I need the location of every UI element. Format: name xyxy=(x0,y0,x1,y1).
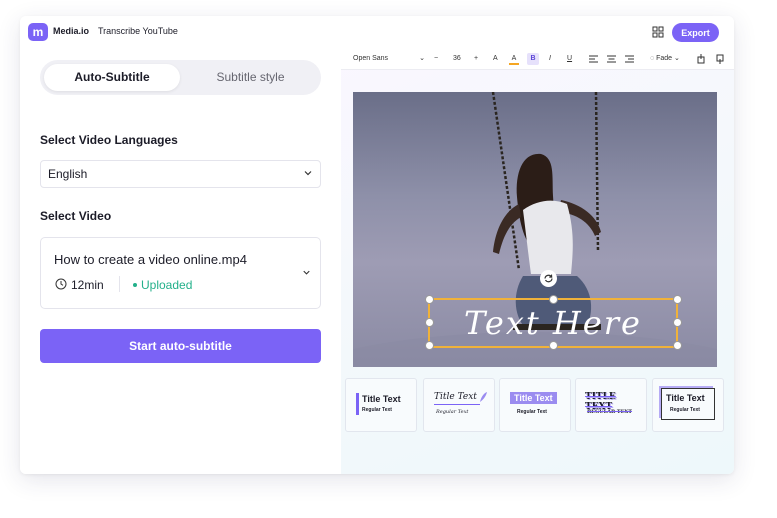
highlight-color-icon[interactable]: A xyxy=(509,53,519,65)
export-button[interactable]: Export xyxy=(672,23,719,42)
tab-subtitle-style[interactable]: Subtitle style xyxy=(184,64,317,91)
preset-title: Title Text xyxy=(434,392,477,402)
chevron-down-icon: ⌄ xyxy=(674,55,680,62)
start-auto-subtitle-button[interactable]: Start auto-subtitle xyxy=(40,329,321,363)
italic-button[interactable]: I xyxy=(549,53,551,65)
layer-down-icon[interactable] xyxy=(715,53,725,65)
resize-handle[interactable] xyxy=(549,341,558,350)
resize-handle[interactable] xyxy=(673,295,682,304)
preset-subtitle: Regular Text xyxy=(436,409,469,415)
video-select[interactable]: How to create a video online.mp4 12min U… xyxy=(40,237,321,309)
rotate-icon xyxy=(544,274,553,283)
language-heading: Select Video Languages xyxy=(40,133,178,147)
style-preset[interactable]: Title Text Regular Text xyxy=(499,378,571,432)
align-center-icon[interactable] xyxy=(607,53,616,65)
animation-select[interactable]: ◌ Fade ⌄ xyxy=(650,53,680,65)
overlay-text[interactable]: Text Here xyxy=(430,300,676,346)
animation-icon: ◌ xyxy=(650,55,655,62)
align-right-icon[interactable] xyxy=(625,53,634,65)
style-preset[interactable]: TITLE TEXT REGULAR TEXT xyxy=(575,378,647,432)
resize-handle[interactable] xyxy=(425,318,434,327)
preset-title: Title Text xyxy=(666,393,705,403)
divider xyxy=(119,276,120,292)
resize-handle[interactable] xyxy=(549,295,558,304)
resize-handle[interactable] xyxy=(673,341,682,350)
font-family-select[interactable]: Open Sans ⌄ xyxy=(353,53,425,65)
tool-name[interactable]: Transcribe YouTube xyxy=(98,26,178,36)
underline-button[interactable]: U xyxy=(567,53,572,65)
editor-panel: Open Sans ⌄ − 36 + A A B I U ◌ Fade ⌄ Te… xyxy=(341,48,734,474)
status-dot-icon xyxy=(133,283,137,287)
tab-auto-subtitle[interactable]: Auto-Subtitle xyxy=(44,64,180,91)
preset-subtitle: Regular Text xyxy=(517,409,547,415)
grid-icon[interactable] xyxy=(652,26,664,38)
style-preset[interactable]: Title Text Regular Text xyxy=(652,378,724,432)
font-size-input[interactable]: 36 xyxy=(453,53,461,65)
accent-bar xyxy=(356,393,359,415)
brand-name: Media.io xyxy=(53,26,90,36)
increase-size-button[interactable]: + xyxy=(474,53,478,65)
feather-icon xyxy=(480,392,487,402)
language-select[interactable]: English xyxy=(40,160,321,188)
video-duration: 12min xyxy=(71,278,104,292)
app-window: m Media.io Transcribe YouTube Export Aut… xyxy=(20,16,734,474)
preset-subtitle: Regular Text xyxy=(670,407,700,413)
resize-handle[interactable] xyxy=(425,295,434,304)
highlight-swatch xyxy=(509,63,519,65)
top-bar: m Media.io Transcribe YouTube Export xyxy=(20,16,734,48)
left-panel: Auto-Subtitle Subtitle style Select Vide… xyxy=(20,48,341,474)
rotate-handle[interactable] xyxy=(540,270,557,287)
language-value: English xyxy=(48,167,88,181)
layer-up-icon[interactable] xyxy=(696,53,706,65)
text-color-icon[interactable]: A xyxy=(493,53,498,65)
preset-title: Title Text xyxy=(362,394,401,404)
text-overlay-box[interactable]: Text Here xyxy=(425,295,682,350)
upload-status: Uploaded xyxy=(141,278,193,292)
chevron-down-icon[interactable] xyxy=(301,267,312,278)
divider xyxy=(434,404,480,405)
highlight-glyph: A xyxy=(511,55,517,62)
decrease-size-button[interactable]: − xyxy=(434,53,438,65)
animation-value: Fade xyxy=(656,55,673,62)
video-preview[interactable]: Text Here xyxy=(353,92,717,367)
font-family-value: Open Sans xyxy=(353,55,389,62)
clock-icon xyxy=(55,278,67,290)
preset-title: Title Text xyxy=(510,392,557,404)
chevron-down-icon xyxy=(304,171,312,176)
subtitle-style-presets: Title Text Regular Text Title Text Regul… xyxy=(345,378,725,432)
align-left-icon[interactable] xyxy=(589,53,598,65)
resize-handle[interactable] xyxy=(673,318,682,327)
chevron-down-icon: ⌄ xyxy=(419,55,425,62)
media-io-logo-icon: m xyxy=(28,23,48,41)
mode-switch: Auto-Subtitle Subtitle style xyxy=(40,60,321,95)
style-preset[interactable]: Title Text Regular Text xyxy=(345,378,417,432)
text-toolbar: Open Sans ⌄ − 36 + A A B I U ◌ Fade ⌄ xyxy=(341,48,734,70)
preset-subtitle: REGULAR TEXT xyxy=(587,409,633,415)
resize-handle[interactable] xyxy=(425,341,434,350)
bold-button[interactable]: B xyxy=(527,53,539,65)
video-file-name: How to create a video online.mp4 xyxy=(54,252,247,267)
video-heading: Select Video xyxy=(40,209,112,223)
style-preset[interactable]: Title Text Regular Text xyxy=(423,378,495,432)
preset-subtitle: Regular Text xyxy=(362,407,392,413)
